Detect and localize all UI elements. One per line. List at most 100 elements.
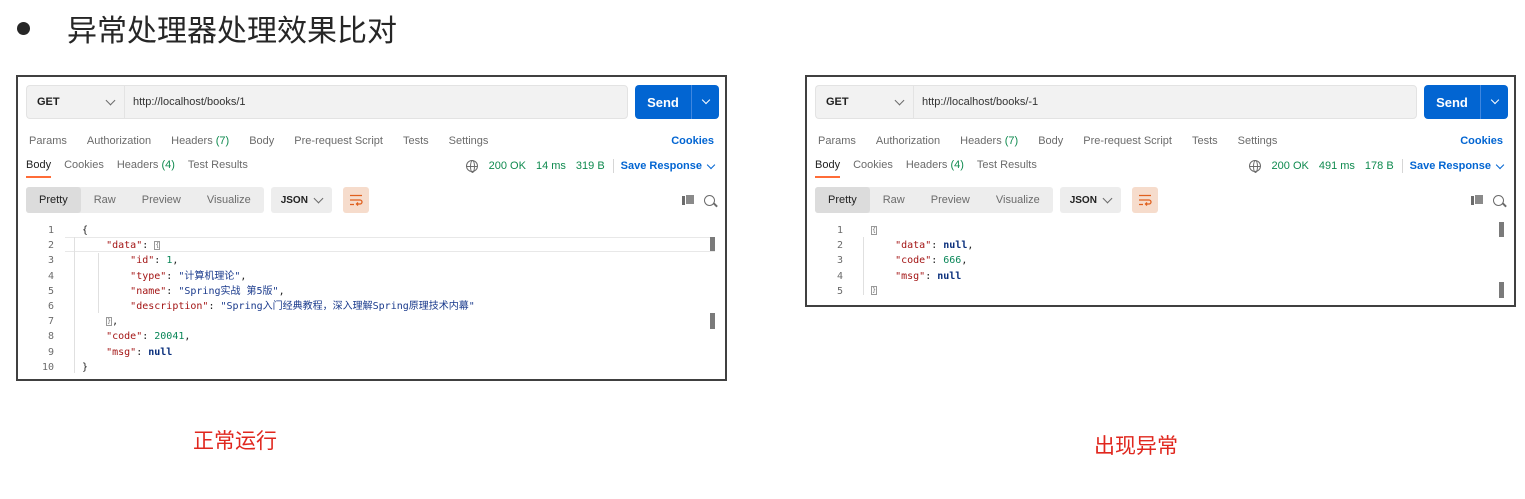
- tab-pre-request-script[interactable]: Pre-request Script: [1083, 135, 1172, 147]
- method-select[interactable]: GET: [26, 85, 124, 119]
- line-number: 1: [836, 225, 843, 236]
- response-tab-body[interactable]: Body: [815, 159, 841, 178]
- response-tab-cookies[interactable]: Cookies: [853, 159, 893, 176]
- response-tools: [1471, 194, 1504, 206]
- line-number: 5: [47, 285, 54, 297]
- tab-pre-request-script[interactable]: Pre-request Script: [294, 135, 383, 147]
- line-number: 7: [47, 316, 54, 328]
- format-select[interactable]: JSON: [1059, 187, 1121, 213]
- send-button[interactable]: Send: [1424, 85, 1508, 119]
- json-value: 20041: [154, 331, 185, 343]
- view-pretty-button[interactable]: Pretty: [815, 187, 870, 213]
- tab-params[interactable]: Params: [29, 135, 67, 147]
- view-pretty-button[interactable]: Pretty: [26, 187, 81, 213]
- bullet-icon: [17, 21, 30, 35]
- response-time[interactable]: 491 ms: [1319, 160, 1355, 172]
- copy-icon[interactable]: [1471, 194, 1484, 206]
- code-line: 2 "data": null,: [815, 238, 1506, 253]
- globe-icon[interactable]: [1248, 160, 1261, 173]
- fold-icon[interactable]: }: [871, 286, 877, 296]
- response-tab-headers[interactable]: Headers (4): [117, 159, 175, 176]
- response-tools: [682, 194, 715, 206]
- response-tab-cookies[interactable]: Cookies: [64, 159, 104, 176]
- tab-tests[interactable]: Tests: [1192, 135, 1218, 147]
- json-key: "description": [130, 300, 209, 312]
- request-url-row: GET http://localhost/books/1 Send: [26, 85, 719, 119]
- code-line: 1{: [815, 223, 1506, 238]
- code-line: 1{: [26, 223, 717, 238]
- json-value: 666: [943, 255, 962, 267]
- send-options-button[interactable]: [692, 95, 719, 105]
- response-size[interactable]: 178 B: [1365, 160, 1394, 172]
- url-text: http://localhost/books/-1: [922, 96, 1039, 108]
- line-number: 2: [836, 240, 843, 252]
- json-value: "Spring入门经典教程，深入理解Spring原理技术内幕": [220, 300, 475, 312]
- url-input[interactable]: http://localhost/books/1: [124, 85, 628, 119]
- tab-authorization[interactable]: Authorization: [876, 135, 940, 147]
- search-icon[interactable]: [704, 194, 715, 206]
- code-line: 5 "name": "Spring实战 第5版",: [26, 284, 717, 299]
- view-raw-button[interactable]: Raw: [81, 187, 129, 213]
- response-tab-body[interactable]: Body: [26, 159, 52, 178]
- json-value: null: [937, 270, 962, 282]
- status-badge[interactable]: 200 OK: [489, 160, 526, 172]
- save-response-button[interactable]: Save Response: [1410, 160, 1491, 172]
- search-icon[interactable]: [1493, 194, 1504, 206]
- chevron-down-icon: [1102, 193, 1113, 203]
- status-badge[interactable]: 200 OK: [1272, 160, 1309, 172]
- view-visualize-button[interactable]: Visualize: [983, 187, 1053, 213]
- tab-headers-label: Headers: [960, 135, 1002, 147]
- response-headers-count: (4): [950, 159, 964, 171]
- tab-params[interactable]: Params: [818, 135, 856, 147]
- line-number: 6: [47, 300, 54, 312]
- fold-icon[interactable]: }: [106, 316, 113, 326]
- url-input[interactable]: http://localhost/books/-1: [913, 85, 1417, 119]
- fold-icon[interactable]: {: [871, 225, 877, 235]
- wrap-lines-button[interactable]: [1131, 187, 1158, 213]
- code-text: }: [82, 361, 89, 373]
- view-raw-button[interactable]: Raw: [870, 187, 918, 213]
- cookies-link[interactable]: Cookies: [671, 135, 714, 147]
- format-label: JSON: [1069, 194, 1097, 206]
- wrap-lines-button[interactable]: [342, 187, 369, 213]
- fold-icon[interactable]: {: [154, 240, 161, 250]
- tab-body[interactable]: Body: [1038, 135, 1063, 147]
- tab-tests[interactable]: Tests: [403, 135, 429, 147]
- view-preview-button[interactable]: Preview: [918, 187, 983, 213]
- code-line: 10}: [26, 360, 717, 375]
- tab-headers[interactable]: Headers (7): [171, 135, 229, 147]
- method-label: GET: [37, 96, 60, 108]
- tab-authorization[interactable]: Authorization: [87, 135, 151, 147]
- cookies-link[interactable]: Cookies: [1460, 135, 1503, 147]
- line-number: 3: [836, 255, 843, 267]
- globe-icon[interactable]: [465, 160, 478, 173]
- view-mode-group: Pretty Raw Preview Visualize: [815, 187, 1053, 213]
- copy-icon[interactable]: [682, 194, 695, 206]
- tab-settings[interactable]: Settings: [1238, 135, 1278, 147]
- response-bar: Body Cookies Headers (4) Test Results 20…: [26, 159, 716, 181]
- send-options-button[interactable]: [1481, 95, 1508, 105]
- tab-settings[interactable]: Settings: [449, 135, 489, 147]
- chevron-down-icon: [701, 95, 710, 105]
- send-button[interactable]: Send: [635, 85, 719, 119]
- response-tab-test-results[interactable]: Test Results: [977, 159, 1037, 176]
- response-tab-test-results[interactable]: Test Results: [188, 159, 248, 176]
- view-preview-button[interactable]: Preview: [129, 187, 194, 213]
- url-text: http://localhost/books/1: [133, 96, 246, 108]
- json-key: "type": [130, 270, 167, 282]
- response-size[interactable]: 319 B: [576, 160, 605, 172]
- view-visualize-button[interactable]: Visualize: [194, 187, 264, 213]
- tab-body[interactable]: Body: [249, 135, 274, 147]
- tab-headers[interactable]: Headers (7): [960, 135, 1018, 147]
- save-response-button[interactable]: Save Response: [621, 160, 702, 172]
- line-number: 5: [836, 285, 843, 297]
- format-label: JSON: [280, 194, 308, 206]
- response-body-code: 1{ 2 "data": null, 3 "code": 666, 4 "msg…: [815, 223, 1506, 299]
- code-line: 4 "msg": null: [815, 269, 1506, 284]
- method-select[interactable]: GET: [815, 85, 913, 119]
- code-line: 7 },: [26, 314, 717, 329]
- response-tab-headers[interactable]: Headers (4): [906, 159, 964, 176]
- response-time[interactable]: 14 ms: [536, 160, 566, 172]
- code-line: 5}: [815, 284, 1506, 299]
- format-select[interactable]: JSON: [270, 187, 332, 213]
